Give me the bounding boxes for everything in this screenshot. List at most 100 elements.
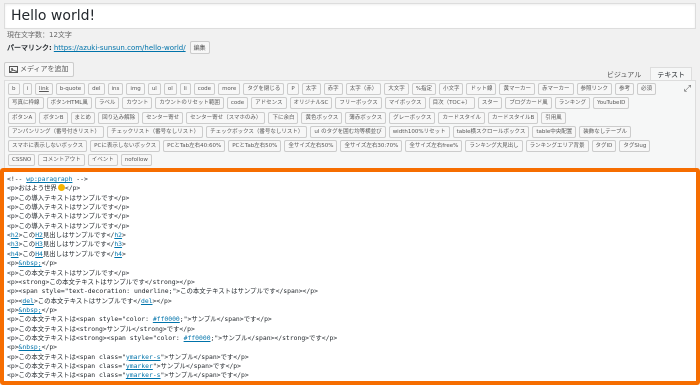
- toolbar-row-6: CSSNO コメントアウト イベント nofollow: [8, 154, 152, 166]
- quicktag-button[interactable]: nofollow: [120, 154, 152, 166]
- quicktag-button[interactable]: img: [126, 83, 145, 95]
- code-text: ;">サンプル</span>です</p>: [179, 315, 272, 324]
- quicktag-button[interactable]: ランキング大見出し: [465, 140, 523, 152]
- code-text: <p>この本文テキストは<strong>サンプル</strong>です</p>: [7, 324, 195, 333]
- quicktag-button[interactable]: del: [88, 83, 105, 95]
- quicktag-button[interactable]: 必須: [637, 83, 657, 95]
- quicktag-button[interactable]: 目次（TOC+）: [428, 97, 475, 109]
- quicktag-button[interactable]: まとめ: [70, 112, 96, 124]
- quicktag-button[interactable]: 参照リンク: [576, 83, 613, 95]
- toolbar-row-4: アンパンリング（番号付きリスト） チェックリスト（番号なしリスト） チェックボックス…: [8, 126, 631, 138]
- fullscreen-expand-icon[interactable]: ⤢: [684, 84, 691, 94]
- code-text: ">サンプル</span>です</p>: [160, 352, 249, 361]
- quicktag-button[interactable]: 写真に枠線: [8, 97, 44, 109]
- quicktag-button[interactable]: センター寄せ（スマホのみ）: [186, 112, 266, 124]
- quicktag-button[interactable]: ol: [163, 83, 177, 95]
- permalink-edit-button[interactable]: 編集: [189, 41, 210, 54]
- add-media-button[interactable]: メディアを追加: [4, 62, 74, 77]
- text-editor-area[interactable]: <!-- wp:paragraph --> <p>おはよう世界 </p> <p>この導…: [0, 168, 700, 385]
- quicktag-button[interactable]: カードスタイル: [438, 112, 485, 124]
- quicktag-button[interactable]: センター寄せ: [142, 112, 184, 124]
- code-line: <p>この本文テキストは<span class="ymarker-s">サンプル…: [7, 371, 249, 380]
- quicktag-button[interactable]: グレーボックス: [389, 112, 436, 124]
- quicktag-button[interactable]: table中央配置: [532, 126, 577, 138]
- code-text: </p>: [41, 343, 58, 352]
- quicktag-button[interactable]: 赤マーカー: [538, 83, 574, 95]
- quicktag-button[interactable]: PCとTab左右50%: [228, 140, 282, 152]
- code-highlight: h3: [114, 240, 123, 249]
- quicktag-button[interactable]: link: [35, 83, 53, 95]
- code-line: <p><strong>この本文テキストはサンプルです</strong></p>: [7, 278, 195, 287]
- quicktag-button[interactable]: カードスタイルB: [488, 112, 539, 124]
- post-title-input[interactable]: Hello world!: [4, 3, 696, 29]
- quicktag-button[interactable]: 太字: [301, 83, 321, 95]
- quicktag-button[interactable]: 太字（赤）: [345, 83, 382, 95]
- quicktag-button[interactable]: タグSlug: [619, 140, 651, 152]
- quicktag-button[interactable]: width100%リセット: [388, 126, 450, 138]
- quicktag-button[interactable]: スマホに表示しないボックス: [8, 140, 88, 152]
- quicktag-button[interactable]: %指定: [411, 83, 436, 95]
- quicktag-button[interactable]: ボタンA: [8, 112, 37, 124]
- quicktag-button[interactable]: 大文字: [384, 83, 409, 95]
- quicktag-button[interactable]: 全サイズ左右free%: [405, 140, 463, 152]
- code-text: >この本文テキストはサンプルです</: [33, 296, 141, 305]
- quicktag-button[interactable]: オリジナルSC: [289, 97, 333, 109]
- quicktag-button[interactable]: PCとTab左右40:60%: [163, 140, 226, 152]
- quicktag-button[interactable]: more: [218, 83, 241, 95]
- quicktag-button[interactable]: マイボックス: [384, 97, 426, 109]
- quicktag-button[interactable]: ボタンHTML風: [46, 97, 92, 109]
- quicktag-button[interactable]: ul のタグを囲む均等横並び: [310, 126, 386, 138]
- quicktag-button[interactable]: 赤字: [323, 83, 343, 95]
- quicktag-button[interactable]: 黄マーカー: [499, 83, 535, 95]
- quicktag-button[interactable]: PCに表示しないボックス: [90, 140, 161, 152]
- quicktag-button[interactable]: b: [8, 83, 20, 95]
- code-line: <p>この導入テキストはサンプルです</p>: [7, 222, 129, 231]
- quicktag-button[interactable]: 回り込み解除: [98, 112, 140, 124]
- quicktag-button[interactable]: スター: [477, 97, 503, 109]
- quicktag-button[interactable]: アドセンス: [251, 97, 287, 109]
- quicktag-button[interactable]: 引用風: [541, 112, 566, 124]
- code-highlight: del: [22, 296, 34, 305]
- quicktag-button[interactable]: フリーボックス: [335, 97, 382, 109]
- quicktag-button[interactable]: ランキングエリア背景: [525, 140, 589, 152]
- code-line: <p>この導入テキストはサンプルです</p>: [7, 194, 129, 203]
- quicktag-button[interactable]: タグID: [591, 140, 617, 152]
- quicktag-button[interactable]: ドット線: [466, 83, 497, 95]
- quicktag-button[interactable]: table横スクロールボックス: [452, 126, 530, 138]
- quicktag-button[interactable]: タグを閉じる: [243, 83, 285, 95]
- quicktag-button[interactable]: 装飾なしテーブル: [579, 126, 631, 138]
- quicktag-button[interactable]: アンパンリング（番号付きリスト）: [8, 126, 105, 138]
- quicktag-button[interactable]: CSSNO: [8, 154, 36, 166]
- quicktag-button[interactable]: 全サイズ左右30:70%: [340, 140, 403, 152]
- quicktag-button[interactable]: b-quote: [55, 83, 86, 95]
- quicktag-button[interactable]: ラベル: [94, 97, 120, 109]
- quicktag-button[interactable]: カウントのリセット範囲: [155, 97, 224, 109]
- quicktag-button[interactable]: i: [22, 83, 33, 95]
- quicktag-button[interactable]: カウント: [122, 97, 153, 109]
- quicktag-button[interactable]: YouTubeID: [593, 97, 630, 109]
- code-text: <p>おはよう世界: [7, 184, 57, 193]
- quicktag-button[interactable]: code: [193, 83, 216, 95]
- quicktag-button[interactable]: ins: [107, 83, 124, 95]
- quicktag-button[interactable]: P: [287, 83, 299, 95]
- quicktag-button[interactable]: チェックリスト（番号なしリスト）: [107, 126, 204, 138]
- quicktag-button[interactable]: 黄色ボックス: [301, 112, 343, 124]
- quicktag-button[interactable]: li: [179, 83, 191, 95]
- quicktag-button[interactable]: ボタンB: [39, 112, 68, 124]
- quicktag-button[interactable]: 全サイズ左右50%: [284, 140, 338, 152]
- quicktag-button[interactable]: ブログカード風: [505, 97, 552, 109]
- code-text: >この: [18, 240, 36, 249]
- quicktag-button[interactable]: コメントアウト: [38, 154, 85, 166]
- quicktag-button[interactable]: 薄赤ボックス: [345, 112, 387, 124]
- quicktag-button[interactable]: ランキング: [554, 97, 591, 109]
- quicktag-button[interactable]: ul: [147, 83, 161, 95]
- permalink-url[interactable]: https://azuki-sunsun.com/hello-world/: [54, 44, 186, 52]
- quicktag-button[interactable]: チェックボックス（番号なしリスト）: [206, 126, 308, 138]
- code-text: ></p>: [152, 296, 172, 305]
- quicktag-button[interactable]: 参考: [615, 83, 635, 95]
- quicktag-button[interactable]: 小文字: [438, 83, 464, 95]
- quicktag-button[interactable]: code: [226, 97, 249, 109]
- quicktag-button[interactable]: 下に余白: [268, 112, 299, 124]
- code-text: ">サンプル</span>です</p>: [152, 362, 241, 370]
- quicktag-button[interactable]: イベント: [87, 154, 118, 166]
